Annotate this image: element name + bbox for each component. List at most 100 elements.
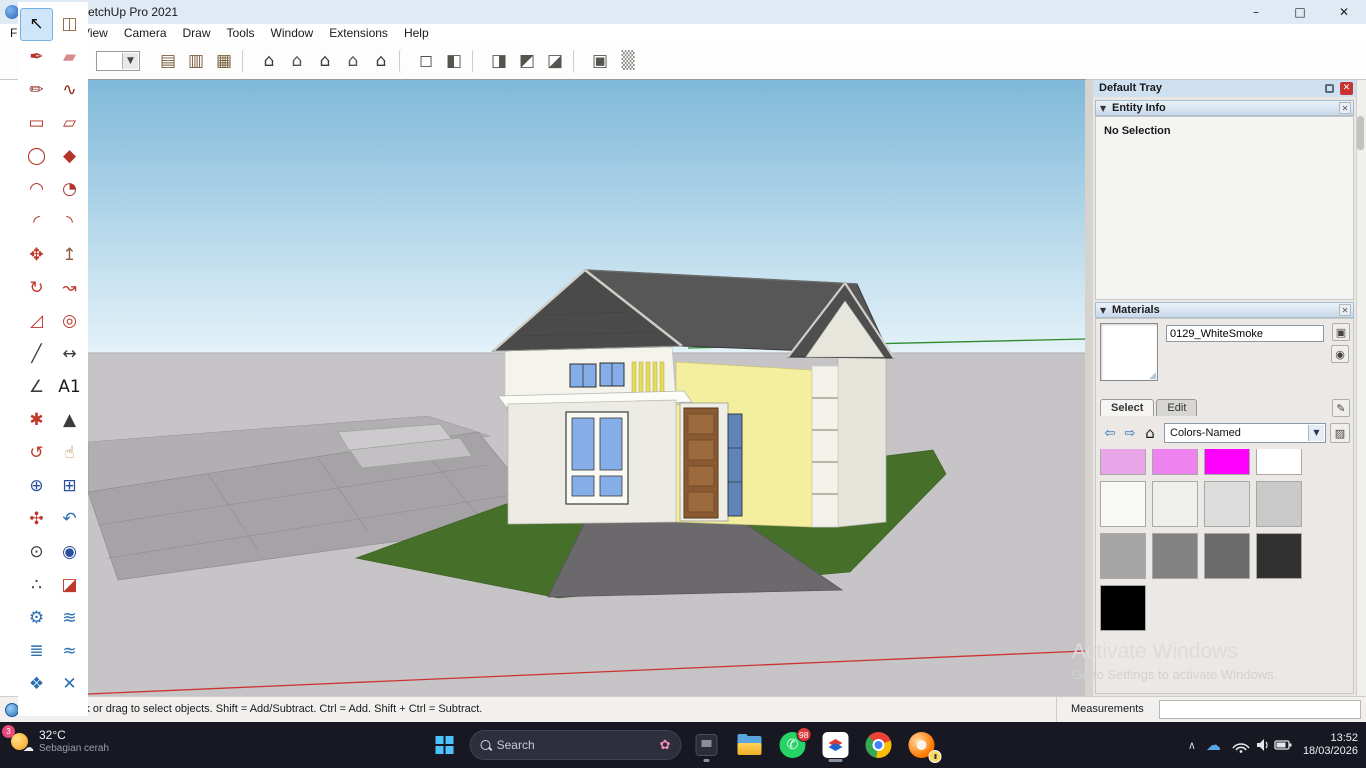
tool-eraser[interactable]: ▰ bbox=[53, 41, 86, 74]
tray-status-icons[interactable] bbox=[1231, 736, 1293, 754]
tool-pan[interactable]: ☝ bbox=[53, 437, 86, 470]
tool-3d-text[interactable]: ▲ bbox=[53, 404, 86, 437]
tool-protractor[interactable]: ∠ bbox=[20, 371, 53, 404]
components-icon[interactable]: ▦ bbox=[210, 47, 238, 75]
create-material-button[interactable]: ▣ bbox=[1332, 323, 1350, 341]
color-swatch[interactable] bbox=[1204, 481, 1250, 527]
tool-make-component[interactable]: ◫ bbox=[53, 8, 86, 41]
back-view-icon[interactable]: ⌂ bbox=[367, 47, 395, 75]
materials-close-icon[interactable]: ✕ bbox=[1339, 304, 1351, 316]
tool-look-around[interactable]: ◉ bbox=[53, 536, 86, 569]
house-model[interactable] bbox=[493, 270, 894, 527]
separator[interactable] bbox=[242, 49, 251, 73]
start-button[interactable] bbox=[427, 727, 463, 763]
browser-button[interactable] bbox=[904, 727, 940, 763]
menu-item-window[interactable]: Window bbox=[263, 24, 322, 42]
tool-orbit[interactable]: ↺ bbox=[20, 437, 53, 470]
close-button[interactable]: ✕ bbox=[1322, 0, 1366, 24]
tool-tape-measure[interactable]: ╱ bbox=[20, 338, 53, 371]
tool-circle[interactable]: ◯ bbox=[20, 140, 53, 173]
style-wireframe-icon[interactable]: ◻ bbox=[412, 47, 440, 75]
entity-info-header[interactable]: ▼ Entity Info ✕ bbox=[1095, 100, 1354, 116]
tool-axes[interactable]: ✱ bbox=[20, 404, 53, 437]
tool-zoom-extents[interactable]: ✣ bbox=[20, 503, 53, 536]
materials-header[interactable]: ▼ Materials ✕ bbox=[1095, 302, 1354, 318]
onedrive-cloud-icon[interactable]: ☁ bbox=[1206, 736, 1221, 754]
tool-push-pull[interactable]: ↥ bbox=[53, 239, 86, 272]
search-input[interactable] bbox=[497, 738, 652, 752]
resize-grip-icon[interactable] bbox=[1149, 372, 1156, 379]
share-model-icon[interactable]: ▥ bbox=[182, 47, 210, 75]
tool-rotated-rectangle[interactable]: ▱ bbox=[53, 107, 86, 140]
tool-arc[interactable]: ◠ bbox=[20, 173, 53, 206]
tool-offset[interactable]: ◎ bbox=[53, 305, 86, 338]
home-icon[interactable]: ⌂ bbox=[1140, 423, 1160, 443]
tool-scale[interactable]: ◿ bbox=[20, 305, 53, 338]
material-preview[interactable] bbox=[1100, 323, 1158, 381]
sketchup-button[interactable] bbox=[818, 727, 854, 763]
viewport-3d[interactable] bbox=[88, 80, 1085, 696]
weather-widget[interactable]: ☁ 3 32°C Sebagian cerah bbox=[6, 728, 109, 754]
tool-move[interactable]: ✥ bbox=[20, 239, 53, 272]
tool-paint-bucket[interactable]: ✒ bbox=[20, 41, 53, 74]
collapse-triangle-icon[interactable]: ▼ bbox=[1100, 104, 1106, 113]
minimize-button[interactable]: – bbox=[1234, 0, 1278, 24]
sample-paint-button[interactable]: ▨ bbox=[1330, 423, 1350, 443]
menu-item-draw[interactable]: Draw bbox=[175, 24, 219, 42]
color-swatch[interactable] bbox=[1100, 481, 1146, 527]
tool-previous-view[interactable]: ↶ bbox=[53, 503, 86, 536]
extension-tool-pattern[interactable]: ❖ bbox=[20, 668, 53, 701]
color-swatch[interactable] bbox=[1256, 533, 1302, 579]
color-swatch[interactable] bbox=[1100, 533, 1146, 579]
color-swatch[interactable] bbox=[1256, 449, 1302, 475]
eyedropper-button[interactable]: ✎ bbox=[1332, 399, 1350, 417]
material-name-field[interactable] bbox=[1166, 325, 1324, 342]
color-swatch[interactable] bbox=[1204, 449, 1250, 475]
tab-edit[interactable]: Edit bbox=[1156, 399, 1197, 416]
tool-polygon[interactable]: ◆ bbox=[53, 140, 86, 173]
front-view-icon[interactable]: ⌂ bbox=[311, 47, 339, 75]
geolocation-icon[interactable] bbox=[5, 703, 19, 717]
tool-walk[interactable]: ∴ bbox=[20, 569, 53, 602]
style-hidden-line-icon[interactable]: ◧ bbox=[440, 47, 468, 75]
scrollbar-thumb[interactable] bbox=[1357, 116, 1364, 150]
clock[interactable]: 13:52 18/03/2026 bbox=[1303, 732, 1358, 758]
tool-pie[interactable]: ◔ bbox=[53, 173, 86, 206]
iso-view-icon[interactable]: ⌂ bbox=[255, 47, 283, 75]
separator[interactable] bbox=[472, 49, 481, 73]
color-swatch[interactable] bbox=[1204, 533, 1250, 579]
tab-select[interactable]: Select bbox=[1100, 399, 1154, 416]
separator[interactable] bbox=[399, 49, 408, 73]
forward-arrow-icon[interactable]: ⇨ bbox=[1120, 423, 1140, 443]
style-shaded-icon[interactable]: ◨ bbox=[485, 47, 513, 75]
color-swatch[interactable] bbox=[1152, 533, 1198, 579]
right-view-icon[interactable]: ⌂ bbox=[339, 47, 367, 75]
color-swatch[interactable] bbox=[1100, 585, 1146, 631]
menu-item-camera[interactable]: Camera bbox=[116, 24, 175, 42]
extension-tool-ripple[interactable]: ≈ bbox=[53, 635, 86, 668]
in-model-materials-button[interactable]: ◉ bbox=[1331, 345, 1349, 363]
menu-item-help[interactable]: Help bbox=[396, 24, 437, 42]
tool-select[interactable]: ↖ bbox=[20, 8, 53, 41]
taskbar-app-dark[interactable] bbox=[689, 727, 725, 763]
tool-position-camera[interactable]: ⊙ bbox=[20, 536, 53, 569]
file-explorer-button[interactable] bbox=[732, 727, 768, 763]
chevron-up-icon[interactable]: ∧ bbox=[1188, 739, 1196, 752]
color-swatch[interactable] bbox=[1152, 449, 1198, 475]
entity-info-close-icon[interactable]: ✕ bbox=[1339, 102, 1351, 114]
extension-tool-layers[interactable]: ≣ bbox=[20, 635, 53, 668]
tool-section-plane[interactable]: ◪ bbox=[53, 569, 86, 602]
tool-zoom[interactable]: ⊕ bbox=[20, 470, 53, 503]
tool-freehand[interactable]: ∿ bbox=[53, 74, 86, 107]
tool-rotate[interactable]: ↻ bbox=[20, 272, 53, 305]
menu-item-tools[interactable]: Tools bbox=[219, 24, 263, 42]
warehouse-icon[interactable]: ▤ bbox=[154, 47, 182, 75]
extension-tool-waves[interactable]: ≋ bbox=[53, 602, 86, 635]
tool-3-point-arc[interactable]: ◝ bbox=[53, 206, 86, 239]
search-box[interactable]: ✿ bbox=[470, 730, 682, 760]
tray-close-button[interactable]: ✕ bbox=[1340, 82, 1353, 95]
tool-text[interactable]: A1 bbox=[53, 371, 86, 404]
shadows-icon[interactable]: ▣ bbox=[586, 47, 614, 75]
menu-item-extensions[interactable]: Extensions bbox=[321, 24, 396, 42]
color-swatch[interactable] bbox=[1152, 481, 1198, 527]
